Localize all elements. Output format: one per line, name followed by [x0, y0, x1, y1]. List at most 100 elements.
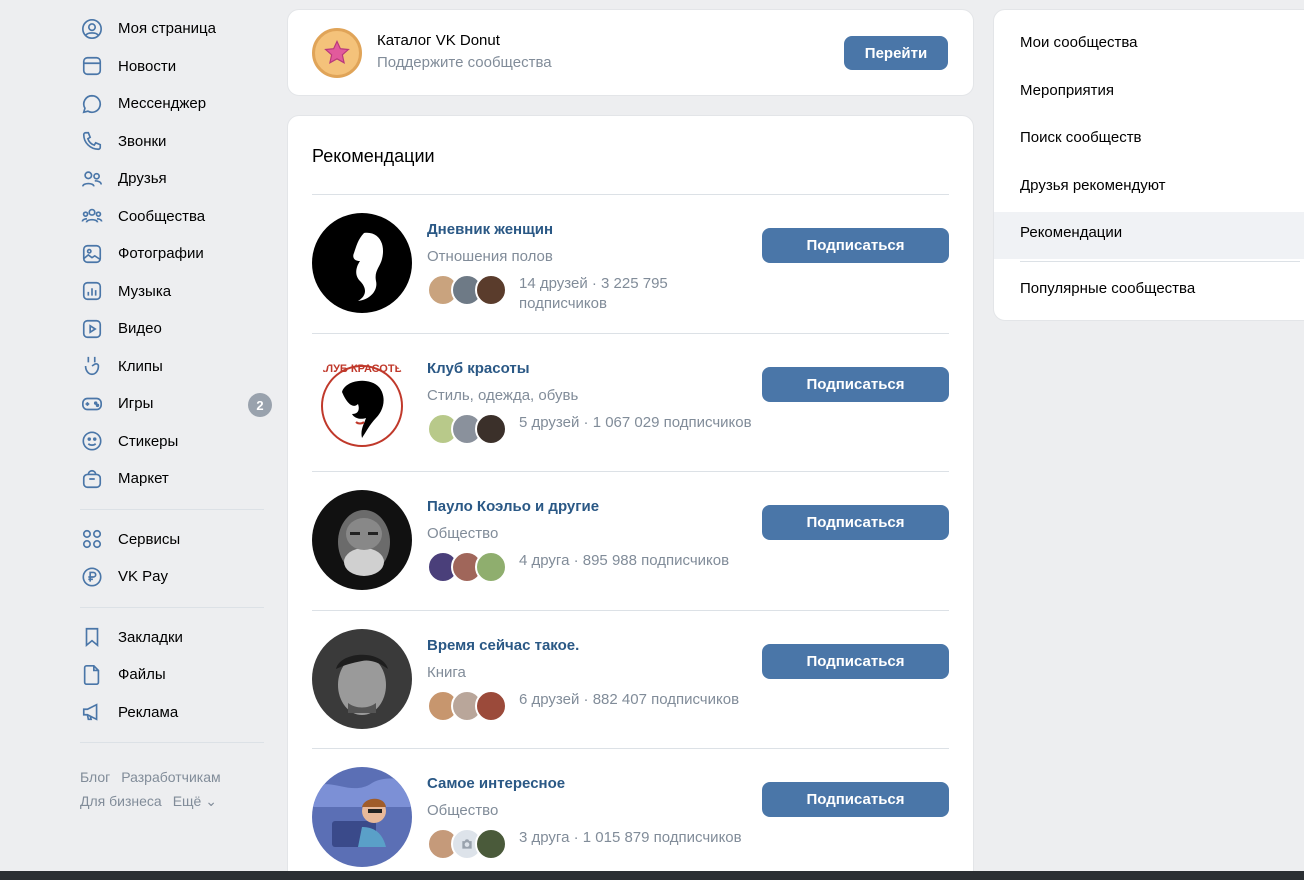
- communities-menu: Мои сообщества Мероприятия Поиск сообщес…: [993, 9, 1304, 321]
- nav-label: Звонки: [118, 132, 167, 150]
- menu-popular-communities[interactable]: Популярные сообщества: [1020, 280, 1195, 297]
- list-item: Пауло Коэльо и другие Общество 4 друга ·…: [312, 471, 949, 610]
- video-icon: [80, 317, 104, 341]
- nav-label: Файлы: [118, 666, 166, 684]
- services-icon: [80, 527, 104, 551]
- menu-divider: [1020, 261, 1300, 262]
- nav-label: Сообщества: [118, 207, 206, 225]
- community-avatar[interactable]: [312, 213, 412, 313]
- avatar: [475, 551, 507, 583]
- menu-search-communities[interactable]: Поиск сообществ: [1020, 129, 1142, 146]
- nav-ads[interactable]: Реклама: [80, 694, 272, 732]
- community-avatar[interactable]: [312, 490, 412, 590]
- list-item: Дневник женщин Отношения полов 14 друзей…: [312, 194, 949, 333]
- sidebar-divider: [80, 606, 264, 608]
- nav-market[interactable]: Маркет: [80, 460, 272, 498]
- nav-label: Мессенджер: [118, 95, 207, 113]
- nav-label: Сервисы: [118, 530, 181, 548]
- nav-label: VK Pay: [118, 568, 169, 586]
- nav-stickers[interactable]: Стикеры: [80, 423, 272, 461]
- nav-label: Видео: [118, 320, 162, 338]
- menu-my-communities[interactable]: Мои сообщества: [1020, 34, 1138, 51]
- vk-donut-card: Каталог VK Donut Поддержите сообщества П…: [287, 9, 974, 96]
- recommendations-title: Рекомендации: [312, 146, 435, 166]
- nav-label: Реклама: [118, 703, 179, 721]
- friend-avatars: [427, 551, 507, 583]
- nav-label: Закладки: [118, 628, 183, 646]
- sidebar-footer: Блог Разработчикам Для бизнеса Ещё ⌄: [80, 765, 272, 813]
- sidebar-divider: [80, 742, 264, 743]
- community-name[interactable]: Самое интересное: [427, 775, 565, 792]
- community-avatar[interactable]: КЛУБ КРАСОТЫ: [312, 351, 412, 452]
- subscribe-button[interactable]: Подписаться: [762, 505, 949, 540]
- nav-label: Друзья: [118, 170, 167, 188]
- taskbar-strip: [0, 871, 1304, 880]
- nav-messenger[interactable]: Мессенджер: [80, 85, 272, 123]
- friend-avatars: [427, 412, 507, 445]
- market-icon: [80, 467, 104, 491]
- donut-title: Каталог VK Donut: [377, 32, 500, 49]
- subscribe-button[interactable]: Подписаться: [762, 643, 949, 679]
- nav-bookmarks[interactable]: Закладки: [80, 619, 272, 657]
- nav-music[interactable]: Музыка: [80, 273, 272, 311]
- friend-avatars: [427, 274, 507, 306]
- nav-services[interactable]: Сервисы: [80, 521, 272, 559]
- nav-label: Моя страница: [118, 20, 216, 38]
- donut-subtitle: Поддержите сообщества: [377, 54, 552, 71]
- friend-avatars: [427, 689, 507, 722]
- footer-link-business[interactable]: Для бизнеса: [80, 789, 162, 813]
- go-button[interactable]: Перейти: [844, 36, 948, 70]
- avatar: [475, 274, 507, 306]
- footer-link-developers[interactable]: Разработчикам: [121, 765, 220, 789]
- community-category: Стиль, одежда, обувь: [427, 386, 579, 404]
- nav-my-page[interactable]: Моя страница: [80, 10, 272, 48]
- nav-video[interactable]: Видео: [80, 310, 272, 348]
- left-sidebar: Моя страница Новости Мессенджер Звонки Д…: [80, 10, 272, 813]
- friend-avatars: [427, 828, 507, 860]
- nav-label: Клипы: [118, 357, 163, 375]
- nav-files[interactable]: Файлы: [80, 656, 272, 694]
- community-name[interactable]: Пауло Коэльо и другие: [427, 498, 599, 515]
- nav-calls[interactable]: Звонки: [80, 123, 272, 161]
- nav-friends[interactable]: Друзья: [80, 160, 272, 198]
- menu-recommendations[interactable]: Рекомендации: [1020, 224, 1122, 241]
- list-item: Самое интересное Общество 3 друга · 1 01…: [312, 748, 949, 880]
- community-category: Отношения полов: [427, 248, 553, 265]
- nav-clips[interactable]: Клипы: [80, 348, 272, 386]
- community-stats: 5 друзей · 1 067 029 подписчиков: [519, 413, 752, 431]
- megaphone-icon: [80, 700, 104, 724]
- games-icon: [80, 392, 104, 416]
- subscribe-button[interactable]: Подписаться: [762, 782, 949, 817]
- footer-link-blog[interactable]: Блог: [80, 765, 110, 789]
- community-stats: 14 друзей · 3 225 795 подписчиков: [519, 275, 668, 312]
- menu-events[interactable]: Мероприятия: [1020, 82, 1114, 99]
- community-name[interactable]: Время сейчас такое.: [427, 637, 579, 654]
- community-avatar[interactable]: [312, 628, 412, 729]
- community-avatar[interactable]: [312, 767, 412, 867]
- footer-link-more[interactable]: Ещё ⌄: [173, 789, 217, 813]
- subscribe-button[interactable]: Подписаться: [762, 366, 949, 402]
- nav-games[interactable]: Игры 2: [80, 385, 272, 423]
- recommendations-card: Рекомендации Дневник женщин Отношения по…: [287, 115, 974, 880]
- menu-friends-recommend[interactable]: Друзья рекомендуют: [1020, 177, 1166, 194]
- friends-icon: [80, 167, 104, 191]
- nav-photos[interactable]: Фотографии: [80, 235, 272, 273]
- star-icon: [312, 28, 362, 78]
- community-stats: 6 друзей · 882 407 подписчиков: [519, 690, 740, 708]
- community-stats: 4 друга · 895 988 подписчиков: [519, 552, 730, 569]
- community-name[interactable]: Дневник женщин: [427, 221, 553, 238]
- nav-label: Музыка: [118, 282, 172, 300]
- community-stats: 3 друга · 1 015 879 подписчиков: [519, 829, 742, 846]
- music-icon: [80, 279, 104, 303]
- photo-icon: [80, 242, 104, 266]
- list-item: Время сейчас такое. Книга 6 друзей · 882…: [312, 609, 949, 749]
- community-name[interactable]: Клуб красоты: [427, 360, 530, 377]
- nav-label: Фотографии: [118, 245, 204, 263]
- communities-icon: [80, 204, 104, 228]
- nav-communities[interactable]: Сообщества: [80, 198, 272, 236]
- subscribe-button[interactable]: Подписаться: [762, 228, 949, 263]
- phone-icon: [80, 129, 104, 153]
- nav-news[interactable]: Новости: [80, 48, 272, 86]
- nav-label: Стикеры: [118, 432, 179, 450]
- nav-vkpay[interactable]: VK Pay: [80, 558, 272, 596]
